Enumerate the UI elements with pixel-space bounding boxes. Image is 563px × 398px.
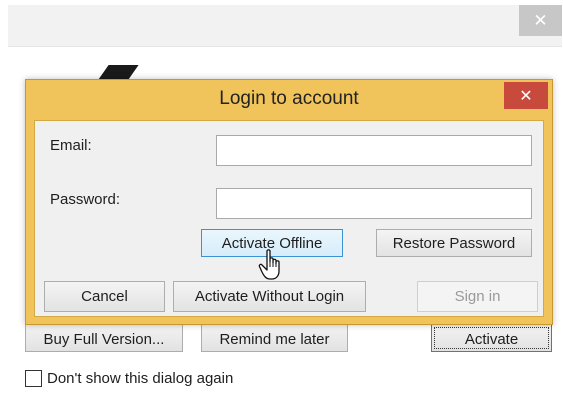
buy-full-version-label: Buy Full Version...	[43, 331, 165, 348]
cancel-button[interactable]: Cancel	[44, 281, 165, 312]
close-icon: ✕	[519, 87, 533, 105]
close-icon: ✕	[533, 10, 548, 30]
outer-window-close-button[interactable]: ✕	[519, 5, 562, 36]
password-field[interactable]	[216, 188, 532, 219]
login-dialog: Login to account ✕ Email: Password: Acti…	[25, 79, 553, 325]
dont-show-again-checkbox[interactable]	[25, 369, 42, 387]
cancel-label: Cancel	[81, 288, 128, 305]
remind-me-later-button[interactable]: Remind me later	[201, 324, 348, 352]
restore-password-button[interactable]: Restore Password	[376, 229, 532, 257]
dont-show-again-label: Don't show this dialog again	[47, 369, 234, 387]
dialog-title: Login to account	[219, 88, 359, 109]
activate-label: Activate	[464, 331, 519, 348]
activate-without-login-label: Activate Without Login	[194, 288, 345, 305]
remind-me-later-label: Remind me later	[219, 331, 330, 348]
email-label: Email:	[50, 137, 92, 154]
sign-in-label: Sign in	[454, 288, 501, 305]
buy-full-version-button[interactable]: Buy Full Version...	[25, 324, 183, 352]
outer-window-titlebar	[8, 5, 562, 47]
hand-pointer-icon	[258, 249, 280, 280]
activate-button[interactable]: Activate	[431, 324, 552, 352]
restore-password-label: Restore Password	[392, 234, 516, 252]
dialog-close-button[interactable]: ✕	[504, 82, 548, 109]
activate-without-login-button[interactable]: Activate Without Login	[173, 281, 366, 312]
password-label: Password:	[50, 191, 121, 208]
dialog-body: Email: Password: Activate Offline Restor…	[34, 120, 544, 317]
dont-show-again-row[interactable]: Don't show this dialog again	[25, 367, 233, 389]
sign-in-button[interactable]: Sign in	[417, 281, 538, 312]
email-field[interactable]	[216, 135, 532, 166]
